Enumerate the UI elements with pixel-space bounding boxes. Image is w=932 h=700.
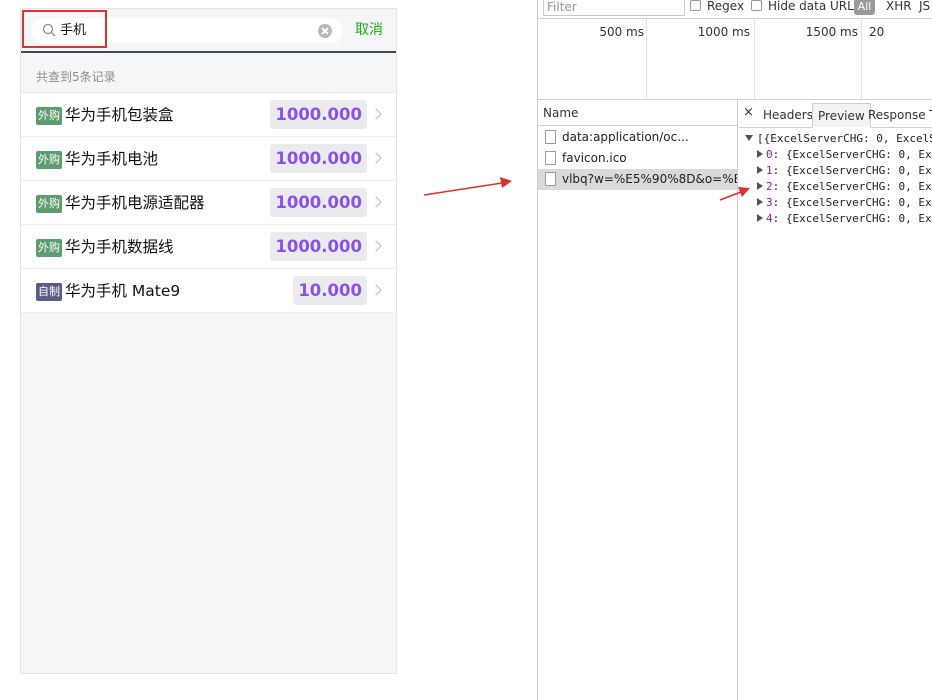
tree-item[interactable]: 0: {ExcelServerCHG: 0, Exc <box>739 147 932 163</box>
detail-pane: × Headers Preview Response T [{ExcelServ… <box>739 100 932 700</box>
tree-index: 3 <box>766 196 773 209</box>
timeline-gridline <box>646 19 647 99</box>
timeline-overview[interactable]: 500 ms 1000 ms 1500 ms 20 <box>538 18 932 100</box>
timeline-tick-label: 500 ms <box>599 25 644 39</box>
item-name: 华为手机数据线 <box>65 238 174 256</box>
item-name: 华为手机电池 <box>65 150 159 168</box>
close-icon[interactable]: × <box>743 105 754 120</box>
list-item[interactable]: 外购 华为手机电源适配器 1000.000 <box>21 181 396 225</box>
hide-data-urls-label: Hide data URLs <box>768 0 861 13</box>
tree-root-text: [{ExcelServerCHG: 0, ExcelS <box>757 132 932 145</box>
source-tag: 外购 <box>36 195 62 213</box>
tree-text: : {ExcelServerCHG: 0, Exc <box>772 196 932 209</box>
filter-input[interactable]: Filter <box>543 0 685 16</box>
expand-right-icon <box>757 198 763 206</box>
tree-root[interactable]: [{ExcelServerCHG: 0, ExcelS <box>739 131 932 147</box>
tab-timing[interactable]: T <box>924 103 932 128</box>
tab-preview[interactable]: Preview <box>812 103 871 128</box>
list-item[interactable]: 外购 华为手机数据线 1000.000 <box>21 225 396 269</box>
chevron-right-icon <box>370 152 382 164</box>
expand-down-icon <box>745 135 753 141</box>
timeline-gridline <box>861 19 862 99</box>
chevron-right-icon <box>370 108 382 120</box>
tab-headers[interactable]: Headers <box>758 103 818 128</box>
search-bar: 手机 取消 <box>21 9 396 53</box>
tree-index: 1 <box>766 164 773 177</box>
expand-right-icon <box>757 166 763 174</box>
list-item[interactable]: 外购 华为手机电池 1000.000 <box>21 137 396 181</box>
request-row-selected[interactable]: vlbq?w=%E5%90%8D&o=%E5... <box>538 169 737 190</box>
tree-text: : {ExcelServerCHG: 0, Exc <box>772 164 932 177</box>
price-badge: 10.000 <box>293 276 367 305</box>
tree-text: : {ExcelServerCHG: 0, Exc <box>772 180 932 193</box>
source-tag: 外购 <box>36 239 62 257</box>
tree-item[interactable]: 4: {ExcelServerCHG: 0, Exc <box>739 211 932 227</box>
tree-text: : {ExcelServerCHG: 0, Exc <box>772 212 932 225</box>
price-badge: 1000.000 <box>270 144 367 173</box>
result-list: 外购 华为手机包装盒 1000.000 外购 华为手机电池 1000.000 外… <box>21 92 396 313</box>
timeline-tick-label: 20 <box>869 25 885 39</box>
request-row[interactable]: data:application/oc... <box>538 127 737 148</box>
request-name: favicon.ico <box>562 151 627 165</box>
price-badge: 1000.000 <box>270 232 367 261</box>
file-icon <box>545 130 556 144</box>
expand-right-icon <box>757 182 763 190</box>
detail-tabs: × Headers Preview Response T <box>739 100 932 128</box>
screenshot-stage: 手机 取消 共查到5条记录 外购 华为手机包装盒 1000.000 外购 华为手… <box>0 0 932 700</box>
list-item[interactable]: 外购 华为手机包装盒 1000.000 <box>21 93 396 137</box>
source-tag: 外购 <box>36 151 62 169</box>
tree-item[interactable]: 2: {ExcelServerCHG: 0, Exc <box>739 179 932 195</box>
filter-js-button[interactable]: JS <box>919 0 930 13</box>
filter-xhr-button[interactable]: XHR <box>886 0 912 13</box>
tree-index: 0 <box>766 148 773 161</box>
source-tag: 自制 <box>36 283 62 301</box>
json-preview-tree: [{ExcelServerCHG: 0, ExcelS 0: {ExcelSer… <box>739 128 932 227</box>
chevron-right-icon <box>370 240 382 252</box>
tab-response[interactable]: Response <box>863 103 931 128</box>
request-name: vlbq?w=%E5%90%8D&o=%E5... <box>562 172 737 186</box>
price-badge: 1000.000 <box>270 188 367 217</box>
red-highlight-box <box>22 10 107 48</box>
name-column-header[interactable]: Name <box>538 100 737 126</box>
expand-right-icon <box>757 150 763 158</box>
timeline-tick-label: 1000 ms <box>697 25 750 39</box>
file-icon <box>545 151 556 165</box>
result-count: 共查到5条记录 <box>36 70 116 84</box>
tree-item[interactable]: 3: {ExcelServerCHG: 0, Exc <box>739 195 932 211</box>
tree-text: : {ExcelServerCHG: 0, Exc <box>772 148 932 161</box>
request-row[interactable]: favicon.ico <box>538 148 737 169</box>
item-name: 华为手机电源适配器 <box>65 194 205 212</box>
timeline-tick-label: 1500 ms <box>805 25 858 39</box>
devtools-network-panel: Filter Regex Hide data URLs All XHR JS 5… <box>537 0 932 700</box>
list-item[interactable]: 自制 华为手机 Mate9 10.000 <box>21 269 396 313</box>
chevron-right-icon <box>370 196 382 208</box>
regex-label: Regex <box>707 0 745 13</box>
cancel-button[interactable]: 取消 <box>355 21 383 39</box>
file-icon <box>545 172 556 186</box>
price-badge: 1000.000 <box>270 100 367 129</box>
timeline-gridline <box>754 19 755 99</box>
tree-index: 2 <box>766 180 773 193</box>
item-name: 华为手机包装盒 <box>65 106 174 124</box>
red-arrow-icon <box>423 177 512 196</box>
hide-data-urls-checkbox[interactable] <box>751 0 762 11</box>
request-name: data:application/oc... <box>562 130 689 144</box>
filter-all-button[interactable]: All <box>854 0 875 15</box>
source-tag: 外购 <box>36 107 62 125</box>
item-name: 华为手机 Mate9 <box>65 282 181 300</box>
chevron-right-icon <box>370 284 382 296</box>
request-list: Name data:application/oc... favicon.ico … <box>538 100 738 700</box>
expand-right-icon <box>757 214 763 222</box>
regex-checkbox[interactable] <box>690 0 701 11</box>
tree-index: 4 <box>766 212 773 225</box>
clear-icon[interactable] <box>318 24 332 38</box>
mobile-search-panel: 手机 取消 共查到5条记录 外购 华为手机包装盒 1000.000 外购 华为手… <box>20 8 397 674</box>
filter-bar: Filter Regex Hide data URLs All XHR JS <box>538 0 932 18</box>
tree-item[interactable]: 1: {ExcelServerCHG: 0, Exc <box>739 163 932 179</box>
